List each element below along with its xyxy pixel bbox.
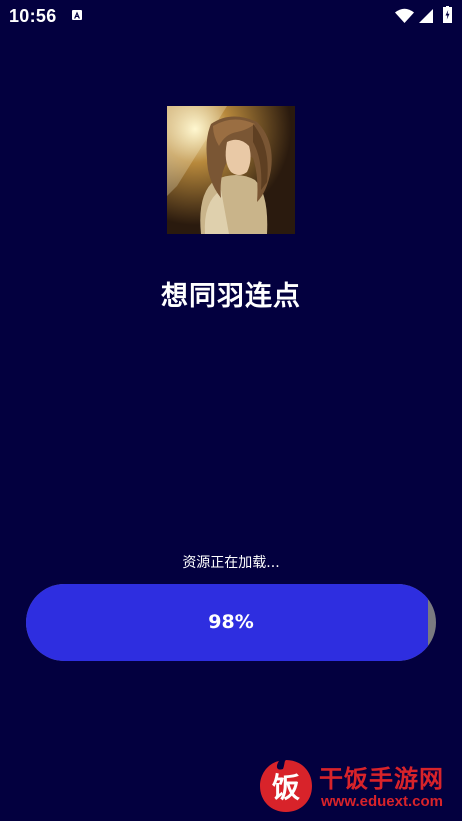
watermark-url: www.eduext.com (321, 793, 443, 810)
avatar (167, 106, 295, 234)
signal-icon (419, 8, 433, 23)
loading-progress-bar: 98% (26, 584, 436, 661)
watermark: 饭 干饭手游网 www.eduext.com (257, 757, 453, 815)
watermark-badge-char: 饭 (272, 771, 300, 804)
loading-message: 资源正在加载... (182, 555, 280, 571)
watermark-title: 干饭手游网 (319, 765, 444, 793)
a-notification-icon (72, 10, 82, 20)
wifi-icon (395, 8, 414, 23)
progress-percent-label: 98% (208, 611, 254, 633)
app-title: 想同羽连点 (161, 281, 301, 312)
status-bar: 10:56 (0, 0, 462, 34)
loading-screen: 10:56 想同羽连点 资源正在加载... 98% 饭 干饭手游网 www.ed… (0, 0, 462, 821)
battery-icon (443, 6, 452, 23)
status-time: 10:56 (9, 6, 57, 26)
watermark-logo-icon: 饭 (260, 760, 312, 812)
